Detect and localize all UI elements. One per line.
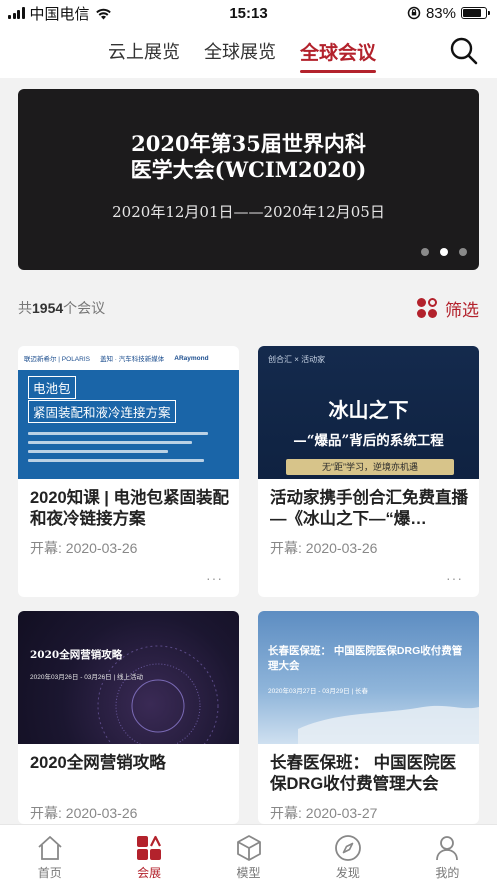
tab-label: 发现 [335, 866, 360, 880]
carousel-dot[interactable] [421, 248, 429, 256]
tab-discover[interactable]: 发现 [298, 825, 397, 883]
poster-tag: 紧固装配和液冷连接方案 [28, 400, 176, 423]
top-tabs: 云上展览 全球展览 全球会议 [108, 38, 377, 73]
more-icon[interactable]: ··· [446, 570, 463, 586]
card-title: 活动家携手创合汇免费直播—《冰山之下—“爆… [270, 489, 468, 528]
card-date: 开幕: 2020-03-27 [270, 805, 378, 821]
wifi-icon [95, 8, 111, 19]
more-icon[interactable]: ··· [206, 570, 223, 586]
tab-label: 我的 [435, 866, 460, 880]
tab-home[interactable]: 首页 [0, 825, 99, 883]
carousel-dot-active[interactable] [440, 248, 448, 256]
card-date: 开幕: 2020-03-26 [30, 805, 138, 821]
poster-header: 创合汇 × 活动家 [268, 355, 326, 364]
card-date: 开幕: 2020-03-26 [30, 540, 138, 556]
filter-label: 筛选 [445, 300, 479, 320]
conference-card[interactable]: 2020全网营销攻略 2020年03月26日 - 03月26日 | 线上活动 2… [18, 611, 239, 824]
card-title: 2020知课 | 电池包紧固装配和夜冷链接方案 [30, 489, 229, 528]
compass-icon [335, 835, 361, 861]
tab-global-conference[interactable]: 全球会议 [300, 38, 377, 73]
poster-title: 冰山之下 —“爆品”背后的系统工程 [293, 398, 444, 449]
status-left: 中国电信 [8, 3, 112, 24]
card-title: 长春医保班： 中国医院医保DRG收付费管理大会 [270, 754, 457, 793]
signal-icon [8, 7, 25, 19]
banner-title: 2020年第35届世界内科 医学大会(WCIM2020) [130, 131, 367, 182]
hand-illustration [298, 705, 479, 744]
card-poster: 2020全网营销攻略 2020年03月26日 - 03月26日 | 线上活动 [18, 611, 239, 744]
poster-brand: 盖知 · 汽车科技新媒体 [99, 356, 165, 363]
carousel-dots [421, 248, 467, 256]
cube-icon [236, 835, 261, 861]
card-title: 2020全网营销攻略 [30, 754, 166, 772]
tab-label: 会展 [137, 866, 162, 880]
carousel-dot[interactable] [459, 248, 467, 256]
tab-expo[interactable]: 会展 [99, 825, 198, 883]
filter-button[interactable]: 筛选 [417, 296, 479, 321]
card-date: 开幕: 2020-03-26 [270, 540, 378, 556]
card-poster: 联迈新希尔 | POLARIS 盖知 · 汽车科技新媒体 ARaymond 电池… [18, 346, 239, 479]
poster-brand: 联迈新希尔 | POLARIS [24, 356, 90, 363]
poster-brand-row: 联迈新希尔 | POLARIS 盖知 · 汽车科技新媒体 ARaymond [18, 346, 239, 370]
tab-global-exhibition[interactable]: 全球展览 [204, 38, 276, 73]
battery-icon [461, 7, 490, 19]
tab-label: 模型 [236, 866, 261, 880]
poster-bar: 无“距”学习，逆境亦机遇 [286, 459, 454, 475]
top-nav: 云上展览 全球展览 全球会议 [0, 26, 497, 78]
poster-subtitle: 2020年03月26日 - 03月26日 | 线上活动 [30, 674, 143, 681]
poster-text-lines [28, 432, 228, 468]
expo-icon [137, 835, 162, 860]
tab-model[interactable]: 模型 [199, 825, 298, 883]
battery-percent: 83% [425, 4, 456, 22]
user-icon [436, 836, 459, 861]
home-icon [38, 836, 62, 860]
bottom-tab-bar: 首页 会展 模型 发现 我的 [0, 824, 497, 883]
tab-cloud-exhibition[interactable]: 云上展览 [108, 38, 180, 73]
search-icon[interactable] [449, 36, 479, 66]
tab-label: 首页 [37, 866, 62, 880]
conference-count: 共1954个会议 [18, 300, 106, 316]
tab-me[interactable]: 我的 [398, 825, 497, 883]
result-summary: 共1954个会议 筛选 [18, 296, 479, 320]
poster-brand: ARaymond [174, 354, 209, 362]
carrier-label: 中国电信 [29, 5, 90, 23]
conference-card[interactable]: 联迈新希尔 | POLARIS 盖知 · 汽车科技新媒体 ARaymond 电池… [18, 346, 239, 597]
rotation-lock-icon [407, 6, 421, 20]
filter-icon [417, 298, 437, 318]
poster-title: 2020全网营销攻略 [30, 649, 123, 661]
status-bar: 中国电信 15:13 83% [0, 0, 497, 26]
conference-card[interactable]: 长春医保班： 中国医院医保DRG收付费管理大会 2020年03月27日 - 03… [258, 611, 479, 824]
banner-carousel[interactable]: 2020年第35届世界内科 医学大会(WCIM2020) 2020年12月01日… [18, 89, 479, 270]
card-poster: 创合汇 × 活动家 冰山之下 —“爆品”背后的系统工程 无“距”学习，逆境亦机遇 [258, 346, 479, 479]
conference-card[interactable]: 创合汇 × 活动家 冰山之下 —“爆品”背后的系统工程 无“距”学习，逆境亦机遇… [258, 346, 479, 597]
card-poster: 长春医保班： 中国医院医保DRG收付费管理大会 2020年03月27日 - 03… [258, 611, 479, 744]
status-right: 83% [407, 4, 490, 22]
poster-tag: 电池包 [28, 376, 76, 399]
poster-body: 电池包 紧固装配和液冷连接方案 [18, 370, 239, 479]
banner-date: 2020年12月01日——2020年12月05日 [112, 203, 385, 221]
